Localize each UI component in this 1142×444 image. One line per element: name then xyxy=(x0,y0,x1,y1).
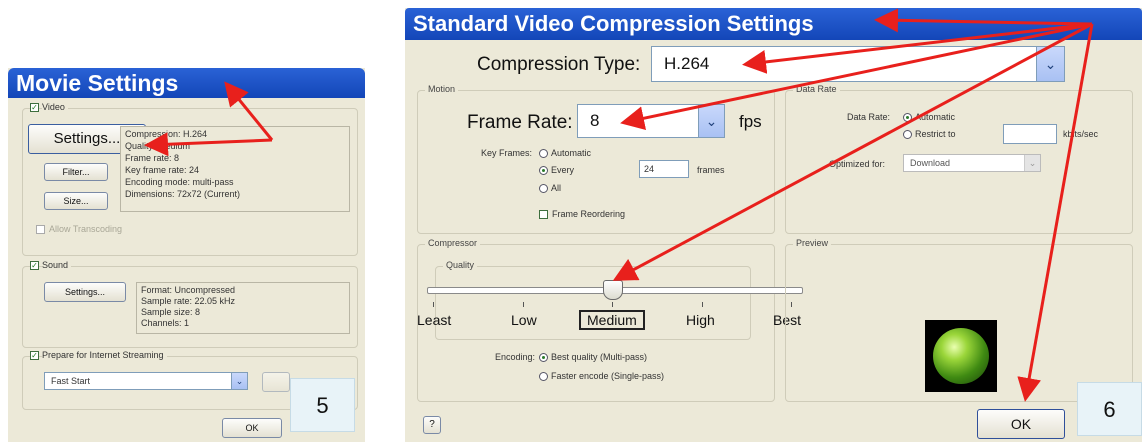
compression-settings-dialog: Standard Video Compression Settings Comp… xyxy=(405,8,1142,442)
video-info-line: Encoding mode: multi-pass xyxy=(125,177,234,187)
frame-reordering-checkbox[interactable] xyxy=(539,210,548,219)
size-button[interactable]: Size... xyxy=(44,192,108,210)
step-number-5: 5 xyxy=(290,378,355,432)
chevron-down-icon: ⌄ xyxy=(698,105,724,137)
compression-type-label: Compression Type: xyxy=(477,54,641,75)
enc-faster-label: Faster encode (Single-pass) xyxy=(551,371,665,381)
movie-settings-dialog: Movie Settings ✓ Video Settings... Filte… xyxy=(8,68,365,442)
video-label: Video xyxy=(42,102,68,112)
enc-best-label: Best quality (Multi-pass) xyxy=(551,352,648,362)
optimized-select[interactable]: Download ⌄ xyxy=(903,154,1041,172)
sound-settings-button[interactable]: Settings... xyxy=(44,282,126,302)
enc-faster-radio[interactable] xyxy=(539,372,548,381)
sound-checkbox[interactable]: ✓ xyxy=(30,261,39,270)
streaming-select[interactable]: Fast Start ⌄ xyxy=(44,372,248,390)
kf-automatic-radio[interactable] xyxy=(539,149,548,158)
movie-settings-titlebar: Movie Settings xyxy=(8,68,365,98)
key-frames-label: Key Frames: xyxy=(481,148,533,158)
motion-label: Motion xyxy=(425,84,459,94)
quality-level-high: High xyxy=(686,312,715,328)
dr-restrict-input[interactable] xyxy=(1003,124,1057,144)
quality-level-medium: Medium xyxy=(579,310,645,330)
chevron-down-icon: ⌄ xyxy=(1024,155,1040,171)
prepare-streaming-label: Prepare for Internet Streaming xyxy=(42,350,167,360)
video-info-box: Compression: H.264 Quality: Medium Frame… xyxy=(120,126,350,212)
kf-frames-label: frames xyxy=(697,165,725,175)
step-number-6: 6 xyxy=(1077,382,1142,436)
slider-tick xyxy=(612,302,613,307)
filter-button[interactable]: Filter... xyxy=(44,163,108,181)
video-info-line: Quality: Medium xyxy=(125,141,191,151)
fps-label: fps xyxy=(739,112,762,131)
help-button[interactable]: ? xyxy=(423,416,441,434)
compression-title: Standard Video Compression Settings xyxy=(413,11,814,36)
optimized-label: Optimized for: xyxy=(829,159,886,169)
dr-restrict-label: Restrict to xyxy=(915,129,956,139)
allow-transcoding-checkbox[interactable] xyxy=(36,225,45,234)
quality-level-low: Low xyxy=(511,312,537,328)
green-orb-icon xyxy=(933,328,989,384)
movie-settings-title: Movie Settings xyxy=(16,70,179,96)
streaming-settings-button[interactable] xyxy=(262,372,290,392)
sound-info-line: Sample rate: 22.05 kHz xyxy=(141,296,236,306)
kf-automatic-label: Automatic xyxy=(551,148,592,158)
frame-rate-select[interactable]: 8 ⌄ xyxy=(577,104,725,138)
quality-label: Quality xyxy=(443,260,478,270)
compression-titlebar: Standard Video Compression Settings xyxy=(405,8,1142,40)
video-info-line: Frame rate: 8 xyxy=(125,153,180,163)
sound-info-line: Sample size: 8 xyxy=(141,307,201,317)
kf-all-label: All xyxy=(551,183,562,193)
preview-thumbnail xyxy=(925,320,997,392)
preview-label: Preview xyxy=(793,238,832,248)
video-info-line: Compression: H.264 xyxy=(125,129,208,139)
sound-info-line: Channels: 1 xyxy=(141,318,190,328)
compression-type-select[interactable]: H.264 ⌄ xyxy=(651,46,1065,82)
frame-reordering-label: Frame Reordering xyxy=(552,209,626,219)
sound-info-box: Format: Uncompressed Sample rate: 22.05 … xyxy=(136,282,350,334)
dr-units-label: kbits/sec xyxy=(1063,129,1099,139)
prepare-streaming-checkbox[interactable]: ✓ xyxy=(30,351,39,360)
video-info-line: Dimensions: 72x72 (Current) xyxy=(125,189,241,199)
data-rate-label: Data Rate: xyxy=(847,112,891,122)
slider-tick xyxy=(702,302,703,307)
slider-tick xyxy=(523,302,524,307)
sound-info-line: Format: Uncompressed xyxy=(141,285,236,295)
sound-label: Sound xyxy=(42,260,72,270)
movie-ok-button[interactable]: OK xyxy=(222,418,282,438)
video-info-line: Key frame rate: 24 xyxy=(125,165,200,175)
quality-level-least: Least xyxy=(417,312,452,328)
compression-ok-button[interactable]: OK xyxy=(977,409,1065,439)
slider-tick xyxy=(433,302,434,307)
dr-automatic-label: Automatic xyxy=(915,112,956,122)
dr-restrict-radio[interactable] xyxy=(903,130,912,139)
kf-every-input[interactable]: 24 xyxy=(639,160,689,178)
frame-rate-label: Frame Rate: xyxy=(467,112,573,133)
encoding-label: Encoding: xyxy=(495,352,536,362)
kf-every-radio[interactable] xyxy=(539,166,548,175)
kf-every-label: Every xyxy=(551,165,575,175)
chevron-down-icon: ⌄ xyxy=(1036,47,1064,81)
enc-best-radio[interactable] xyxy=(539,353,548,362)
allow-transcoding-label: Allow Transcoding xyxy=(49,224,123,234)
dr-automatic-radio[interactable] xyxy=(903,113,912,122)
chevron-down-icon: ⌄ xyxy=(231,373,247,389)
quality-slider-thumb[interactable] xyxy=(603,280,623,300)
video-checkbox[interactable]: ✓ xyxy=(30,103,39,112)
data-rate-group-label: Data Rate xyxy=(793,84,840,94)
kf-all-radio[interactable] xyxy=(539,184,548,193)
compressor-label: Compressor xyxy=(425,238,481,248)
